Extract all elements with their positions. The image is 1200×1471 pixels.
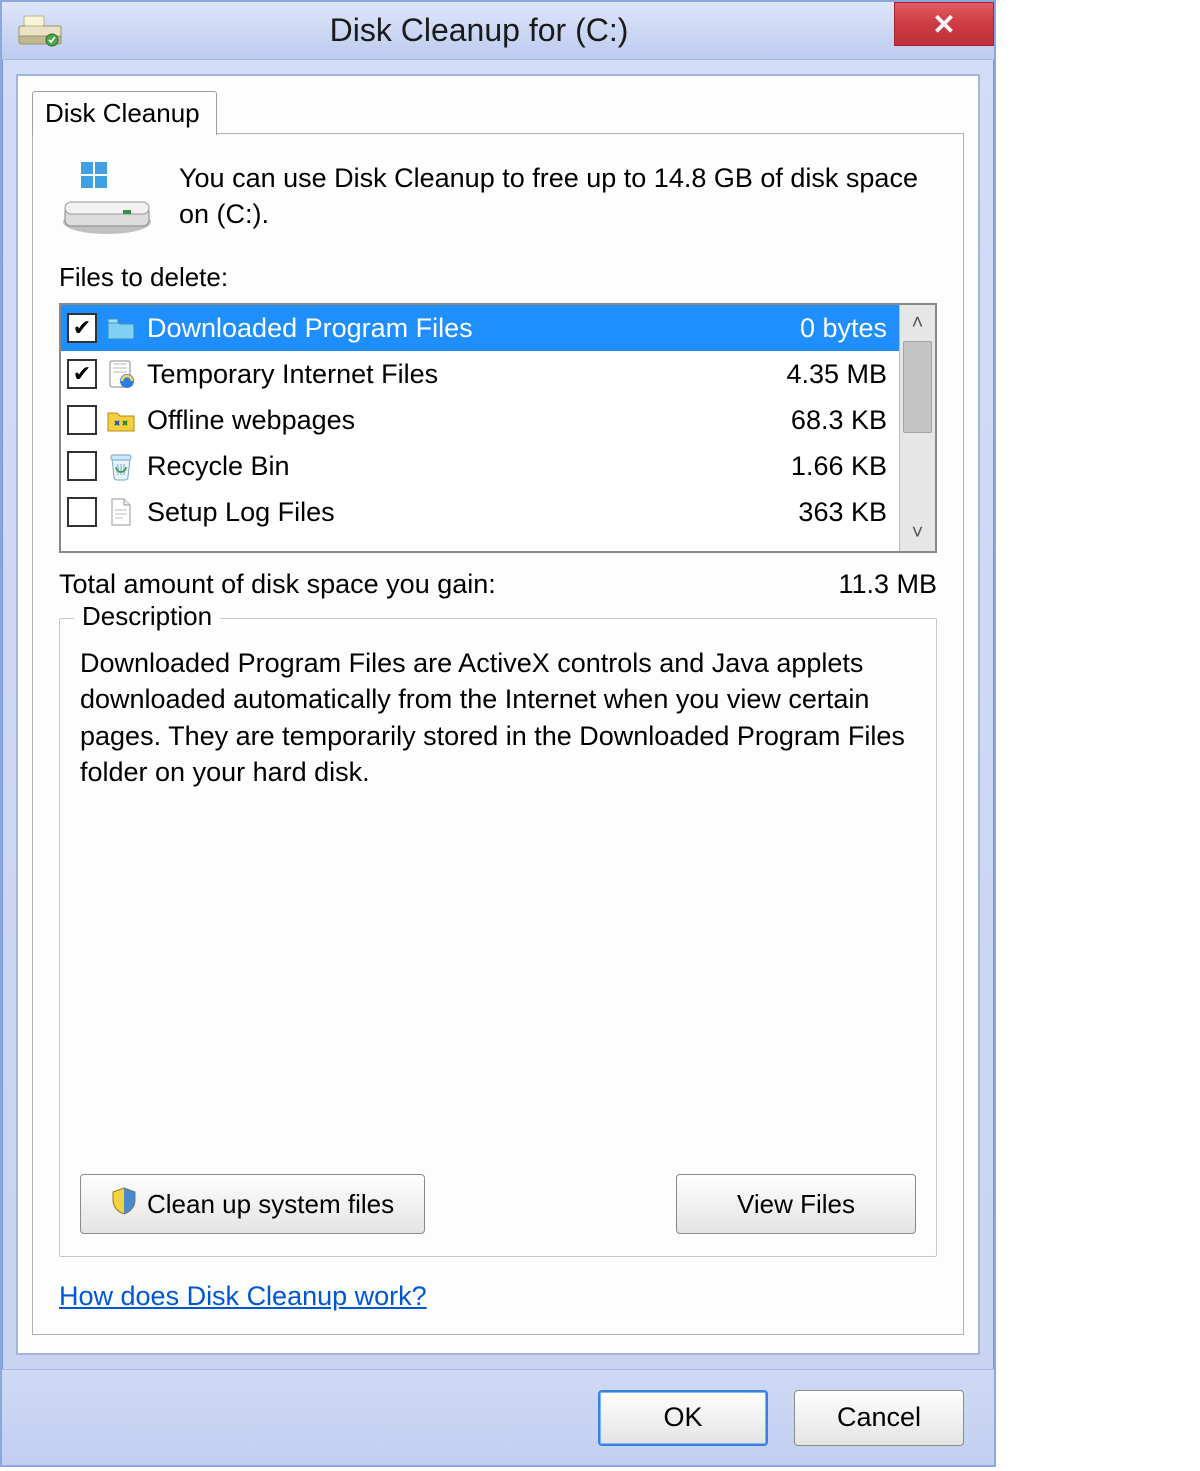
- scrollbar[interactable]: ˄ ˅: [899, 305, 935, 551]
- description-legend: Description: [74, 601, 220, 632]
- cleanup-button-label: Clean up system files: [147, 1189, 394, 1220]
- file-size: 68.3 KB: [753, 405, 893, 436]
- dialog-footer: OK Cancel: [2, 1369, 994, 1465]
- tab-disk-cleanup[interactable]: Disk Cleanup: [32, 91, 217, 135]
- file-checkbox[interactable]: [67, 497, 97, 527]
- scroll-track[interactable]: [900, 341, 935, 515]
- close-button[interactable]: ✕: [894, 2, 994, 46]
- shield-icon: [111, 1187, 137, 1222]
- description-text: Downloaded Program Files are ActiveX con…: [80, 645, 916, 1156]
- app-icon: [16, 12, 64, 50]
- scroll-up-icon[interactable]: ˄: [900, 305, 935, 341]
- tab-strip: Disk Cleanup: [32, 90, 964, 134]
- scroll-down-icon[interactable]: ˅: [900, 515, 935, 551]
- file-row[interactable]: Recycle Bin1.66 KB: [61, 443, 899, 489]
- close-icon: ✕: [932, 8, 955, 41]
- file-label: Temporary Internet Files: [147, 359, 749, 390]
- file-row[interactable]: Setup Log Files363 KB: [61, 489, 899, 535]
- ie-cache-icon: [105, 358, 137, 390]
- file-size: 0 bytes: [753, 313, 893, 344]
- scroll-thumb[interactable]: [903, 341, 932, 433]
- file-row[interactable]: Temporary Internet Files4.35 MB: [61, 351, 899, 397]
- file-row[interactable]: Offline webpages68.3 KB: [61, 397, 899, 443]
- drive-icon: [59, 160, 155, 238]
- file-label: Setup Log Files: [147, 497, 749, 528]
- view-files-label: View Files: [737, 1189, 855, 1220]
- log-file-icon: [105, 496, 137, 528]
- disk-cleanup-window: Disk Cleanup for (C:) ✕ Disk Cleanup: [0, 0, 996, 1467]
- help-link-text: How does Disk Cleanup work?: [59, 1281, 427, 1311]
- ok-button[interactable]: OK: [598, 1390, 768, 1446]
- description-group: Description Downloaded Program Files are…: [59, 618, 937, 1257]
- file-list: Downloaded Program Files0 bytesTemporary…: [59, 303, 937, 553]
- file-checkbox[interactable]: [67, 313, 97, 343]
- client-area: Disk Cleanup: [16, 74, 980, 1355]
- view-files-button[interactable]: View Files: [676, 1174, 916, 1234]
- recycle-bin-icon: [105, 450, 137, 482]
- file-checkbox[interactable]: [67, 405, 97, 435]
- file-checkbox[interactable]: [67, 451, 97, 481]
- file-size: 4.35 MB: [753, 359, 893, 390]
- total-value: 11.3 MB: [777, 569, 937, 600]
- intro-text: You can use Disk Cleanup to free up to 1…: [179, 160, 937, 238]
- tab-panel: You can use Disk Cleanup to free up to 1…: [32, 133, 964, 1335]
- total-label: Total amount of disk space you gain:: [59, 569, 777, 600]
- file-label: Recycle Bin: [147, 451, 749, 482]
- cancel-label: Cancel: [837, 1402, 921, 1433]
- intro-row: You can use Disk Cleanup to free up to 1…: [59, 160, 937, 238]
- total-row: Total amount of disk space you gain: 11.…: [59, 569, 937, 600]
- file-checkbox[interactable]: [67, 359, 97, 389]
- help-link[interactable]: How does Disk Cleanup work?: [59, 1281, 937, 1312]
- file-label: Offline webpages: [147, 405, 749, 436]
- file-size: 363 KB: [753, 497, 893, 528]
- file-size: 1.66 KB: [753, 451, 893, 482]
- folder-icon: [105, 312, 137, 344]
- offline-pages-icon: [105, 404, 137, 436]
- cleanup-system-files-button[interactable]: Clean up system files: [80, 1174, 425, 1234]
- files-to-delete-label: Files to delete:: [59, 262, 937, 293]
- titlebar: Disk Cleanup for (C:) ✕: [2, 2, 994, 60]
- window-title: Disk Cleanup for (C:): [64, 12, 994, 49]
- ok-label: OK: [663, 1402, 702, 1433]
- tab-label: Disk Cleanup: [45, 98, 200, 128]
- file-label: Downloaded Program Files: [147, 313, 749, 344]
- file-row[interactable]: Downloaded Program Files0 bytes: [61, 305, 899, 351]
- cancel-button[interactable]: Cancel: [794, 1390, 964, 1446]
